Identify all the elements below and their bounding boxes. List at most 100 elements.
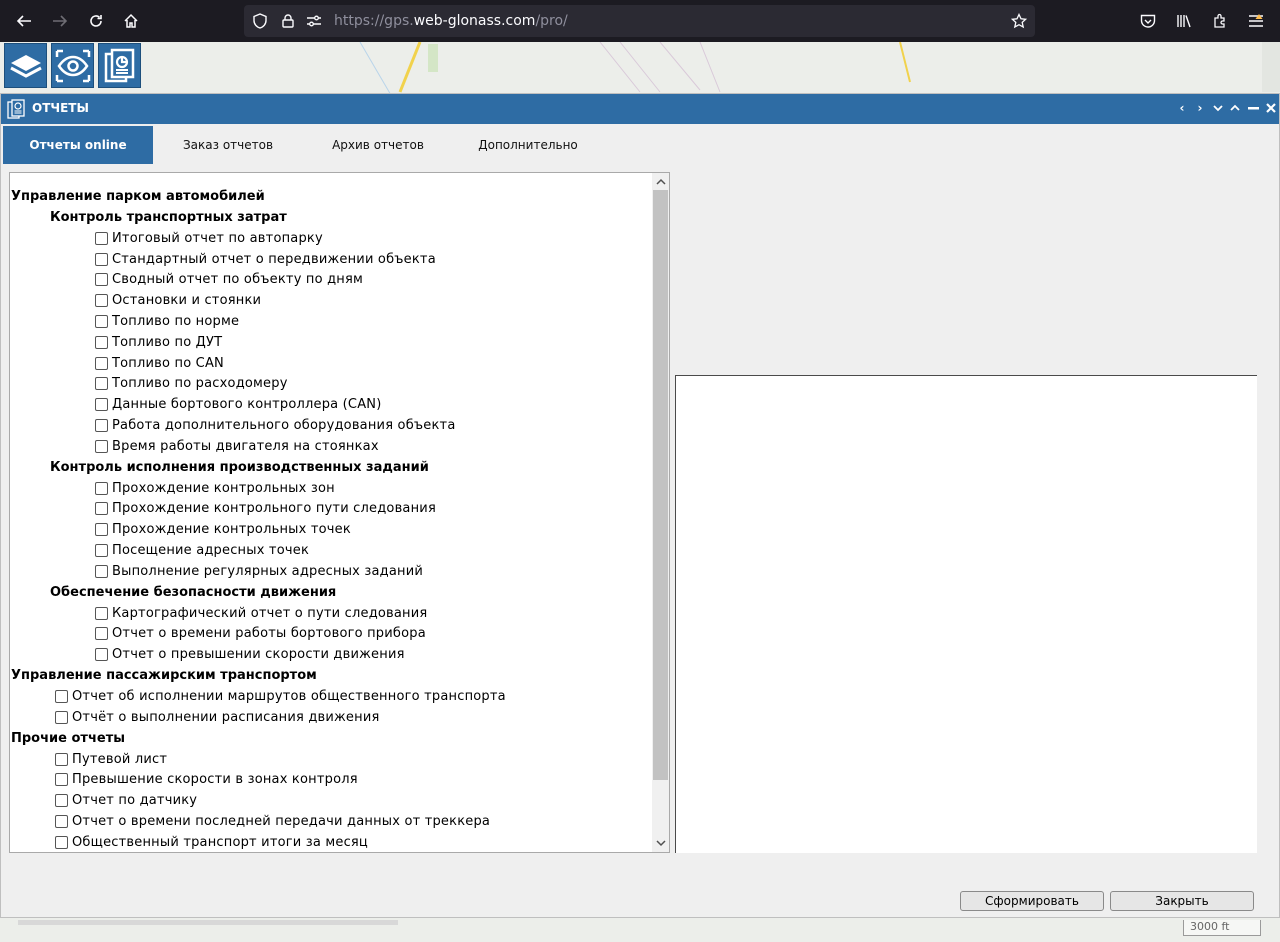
report-item[interactable]: Посещение адресных точек [10,540,650,561]
report-item[interactable]: Топливо по расходомеру [10,374,650,395]
report-checkbox[interactable] [95,606,108,620]
prev-window-button[interactable]: ‹ [1174,100,1190,116]
report-checkbox[interactable] [95,502,108,516]
report-checkbox[interactable] [55,835,68,849]
tab-order-reports[interactable]: Заказ отчетов [153,126,303,164]
forward-button[interactable] [46,7,74,35]
report-item[interactable]: Время работы двигателя на стоянках [10,436,650,457]
report-item[interactable]: Путевой лист [10,749,650,770]
layers-button[interactable] [4,43,47,88]
reports-window: ОТЧЕТЫ ‹ › Отчеты online Заказ отчетов А… [0,93,1280,918]
report-item[interactable]: Топливо по CAN [10,353,650,374]
url-text[interactable]: https://gps.web-glonass.com/pro/ [334,13,568,29]
report-checkbox[interactable] [95,439,108,453]
report-item[interactable]: Картографический отчет о пути следования [10,603,650,624]
report-item[interactable]: Отчет по датчику [10,790,650,811]
home-button[interactable] [117,7,145,35]
report-item[interactable]: Стандартный отчет о передвижении объекта [10,249,650,270]
report-checkbox[interactable] [95,252,108,266]
report-item[interactable]: Отчет о превышении скорости движения [10,644,650,665]
report-checkbox[interactable] [95,564,108,578]
report-item[interactable]: Сводный отчет по объекту по дням [10,270,650,291]
report-item[interactable]: Прохождение контрольного пути следования [10,499,650,520]
report-item-label: Отчет о превышении скорости движения [112,647,405,663]
close-window-button[interactable] [1263,100,1279,116]
tab-reports-archive[interactable]: Архив отчетов [303,126,453,164]
report-item[interactable]: Превышение скорости в зонах контроля [10,770,650,791]
report-item-label: Отчет о времени работы бортового прибора [112,626,426,642]
report-item[interactable]: Итоговый отчет по автопарку [10,228,650,249]
report-checkbox[interactable] [95,481,108,495]
back-button[interactable] [10,7,38,35]
report-item-label: Картографический отчет о пути следования [112,605,428,621]
report-checkbox[interactable] [95,377,108,391]
report-checkbox[interactable] [95,523,108,537]
bookmark-star-icon[interactable] [1009,11,1029,31]
report-item[interactable]: Работа дополнительного оборудования объе… [10,415,650,436]
report-item-label: Путевой лист [72,751,168,767]
report-item[interactable]: Остановки и стоянки [10,290,650,311]
menu-icon[interactable] [1245,10,1267,32]
report-item[interactable]: Топливо по норме [10,311,650,332]
report-item[interactable]: Отчет об исполнении маршрутов общественн… [10,686,650,707]
report-checkbox[interactable] [95,356,108,370]
report-checkbox[interactable] [55,773,68,787]
report-item-label: Топливо по ДУТ [112,334,223,350]
report-checkbox[interactable] [95,627,108,641]
report-checkbox[interactable] [55,690,68,704]
report-item[interactable]: Данные бортового контроллера (CAN) [10,394,650,415]
report-checkbox[interactable] [95,294,108,308]
extensions-icon[interactable] [1209,10,1231,32]
report-item[interactable]: Топливо по ДУТ [10,332,650,353]
scroll-down-button[interactable] [652,835,669,852]
report-item[interactable]: Общественный транспорт итоги за месяц [10,832,650,852]
report-checkbox[interactable] [95,419,108,433]
generate-button[interactable]: Сформировать [960,891,1104,911]
report-tree: Управление парком автомобилей Контроль т… [10,186,650,852]
tab-reports-online[interactable]: Отчеты online [3,126,153,164]
report-item[interactable]: Отчёт о выполнении расписания движения [10,707,650,728]
pocket-icon[interactable] [1137,10,1159,32]
close-button[interactable]: Закрыть [1110,891,1254,911]
report-item[interactable]: Отчет о времени работы бортового прибора [10,624,650,645]
report-item-label: Топливо по CAN [112,355,224,371]
minimize-button[interactable] [1245,100,1261,116]
report-checkbox[interactable] [95,398,108,412]
report-checkbox[interactable] [55,752,68,766]
report-item-label: Превышение скорости в зонах контроля [72,772,358,788]
view-button[interactable] [51,43,94,88]
report-checkbox[interactable] [55,815,68,829]
permissions-icon[interactable] [304,11,324,31]
report-checkbox[interactable] [95,544,108,558]
url-bar[interactable]: https://gps.web-glonass.com/pro/ [244,5,1035,37]
report-checkbox[interactable] [95,273,108,287]
chevron-up-icon [1230,104,1240,111]
lock-icon[interactable] [278,11,298,31]
tab-additional[interactable]: Дополнительно [453,126,603,164]
report-list-scrollbar[interactable] [652,173,669,852]
reload-button[interactable] [82,7,110,35]
report-checkbox[interactable] [55,710,68,724]
window-titlebar[interactable]: ОТЧЕТЫ ‹ › [1,94,1279,124]
scroll-up-button[interactable] [652,173,669,190]
report-checkbox[interactable] [55,794,68,808]
report-item[interactable]: Отчет о времени последней передачи данны… [10,811,650,832]
report-checkbox[interactable] [95,231,108,245]
reports-button[interactable] [98,43,141,88]
shield-icon[interactable] [250,11,270,31]
report-checkbox[interactable] [95,315,108,329]
horizontal-scrollbar[interactable] [18,920,398,925]
group-other-reports: Прочие отчеты [11,730,125,746]
report-checkbox[interactable] [95,335,108,349]
report-checkbox[interactable] [95,648,108,662]
report-item[interactable]: Прохождение контрольных зон [10,478,650,499]
report-items-other: Путевой лист Превышение скорости в зонах … [10,749,650,852]
reload-icon [90,15,102,27]
next-window-button[interactable]: › [1192,100,1208,116]
scroll-thumb[interactable] [653,190,668,780]
collapse-up-button[interactable] [1227,100,1243,116]
report-item[interactable]: Выполнение регулярных адресных заданий [10,561,650,582]
library-icon[interactable] [1173,10,1195,32]
report-item[interactable]: Прохождение контрольных точек [10,519,650,540]
collapse-down-button[interactable] [1210,100,1226,116]
